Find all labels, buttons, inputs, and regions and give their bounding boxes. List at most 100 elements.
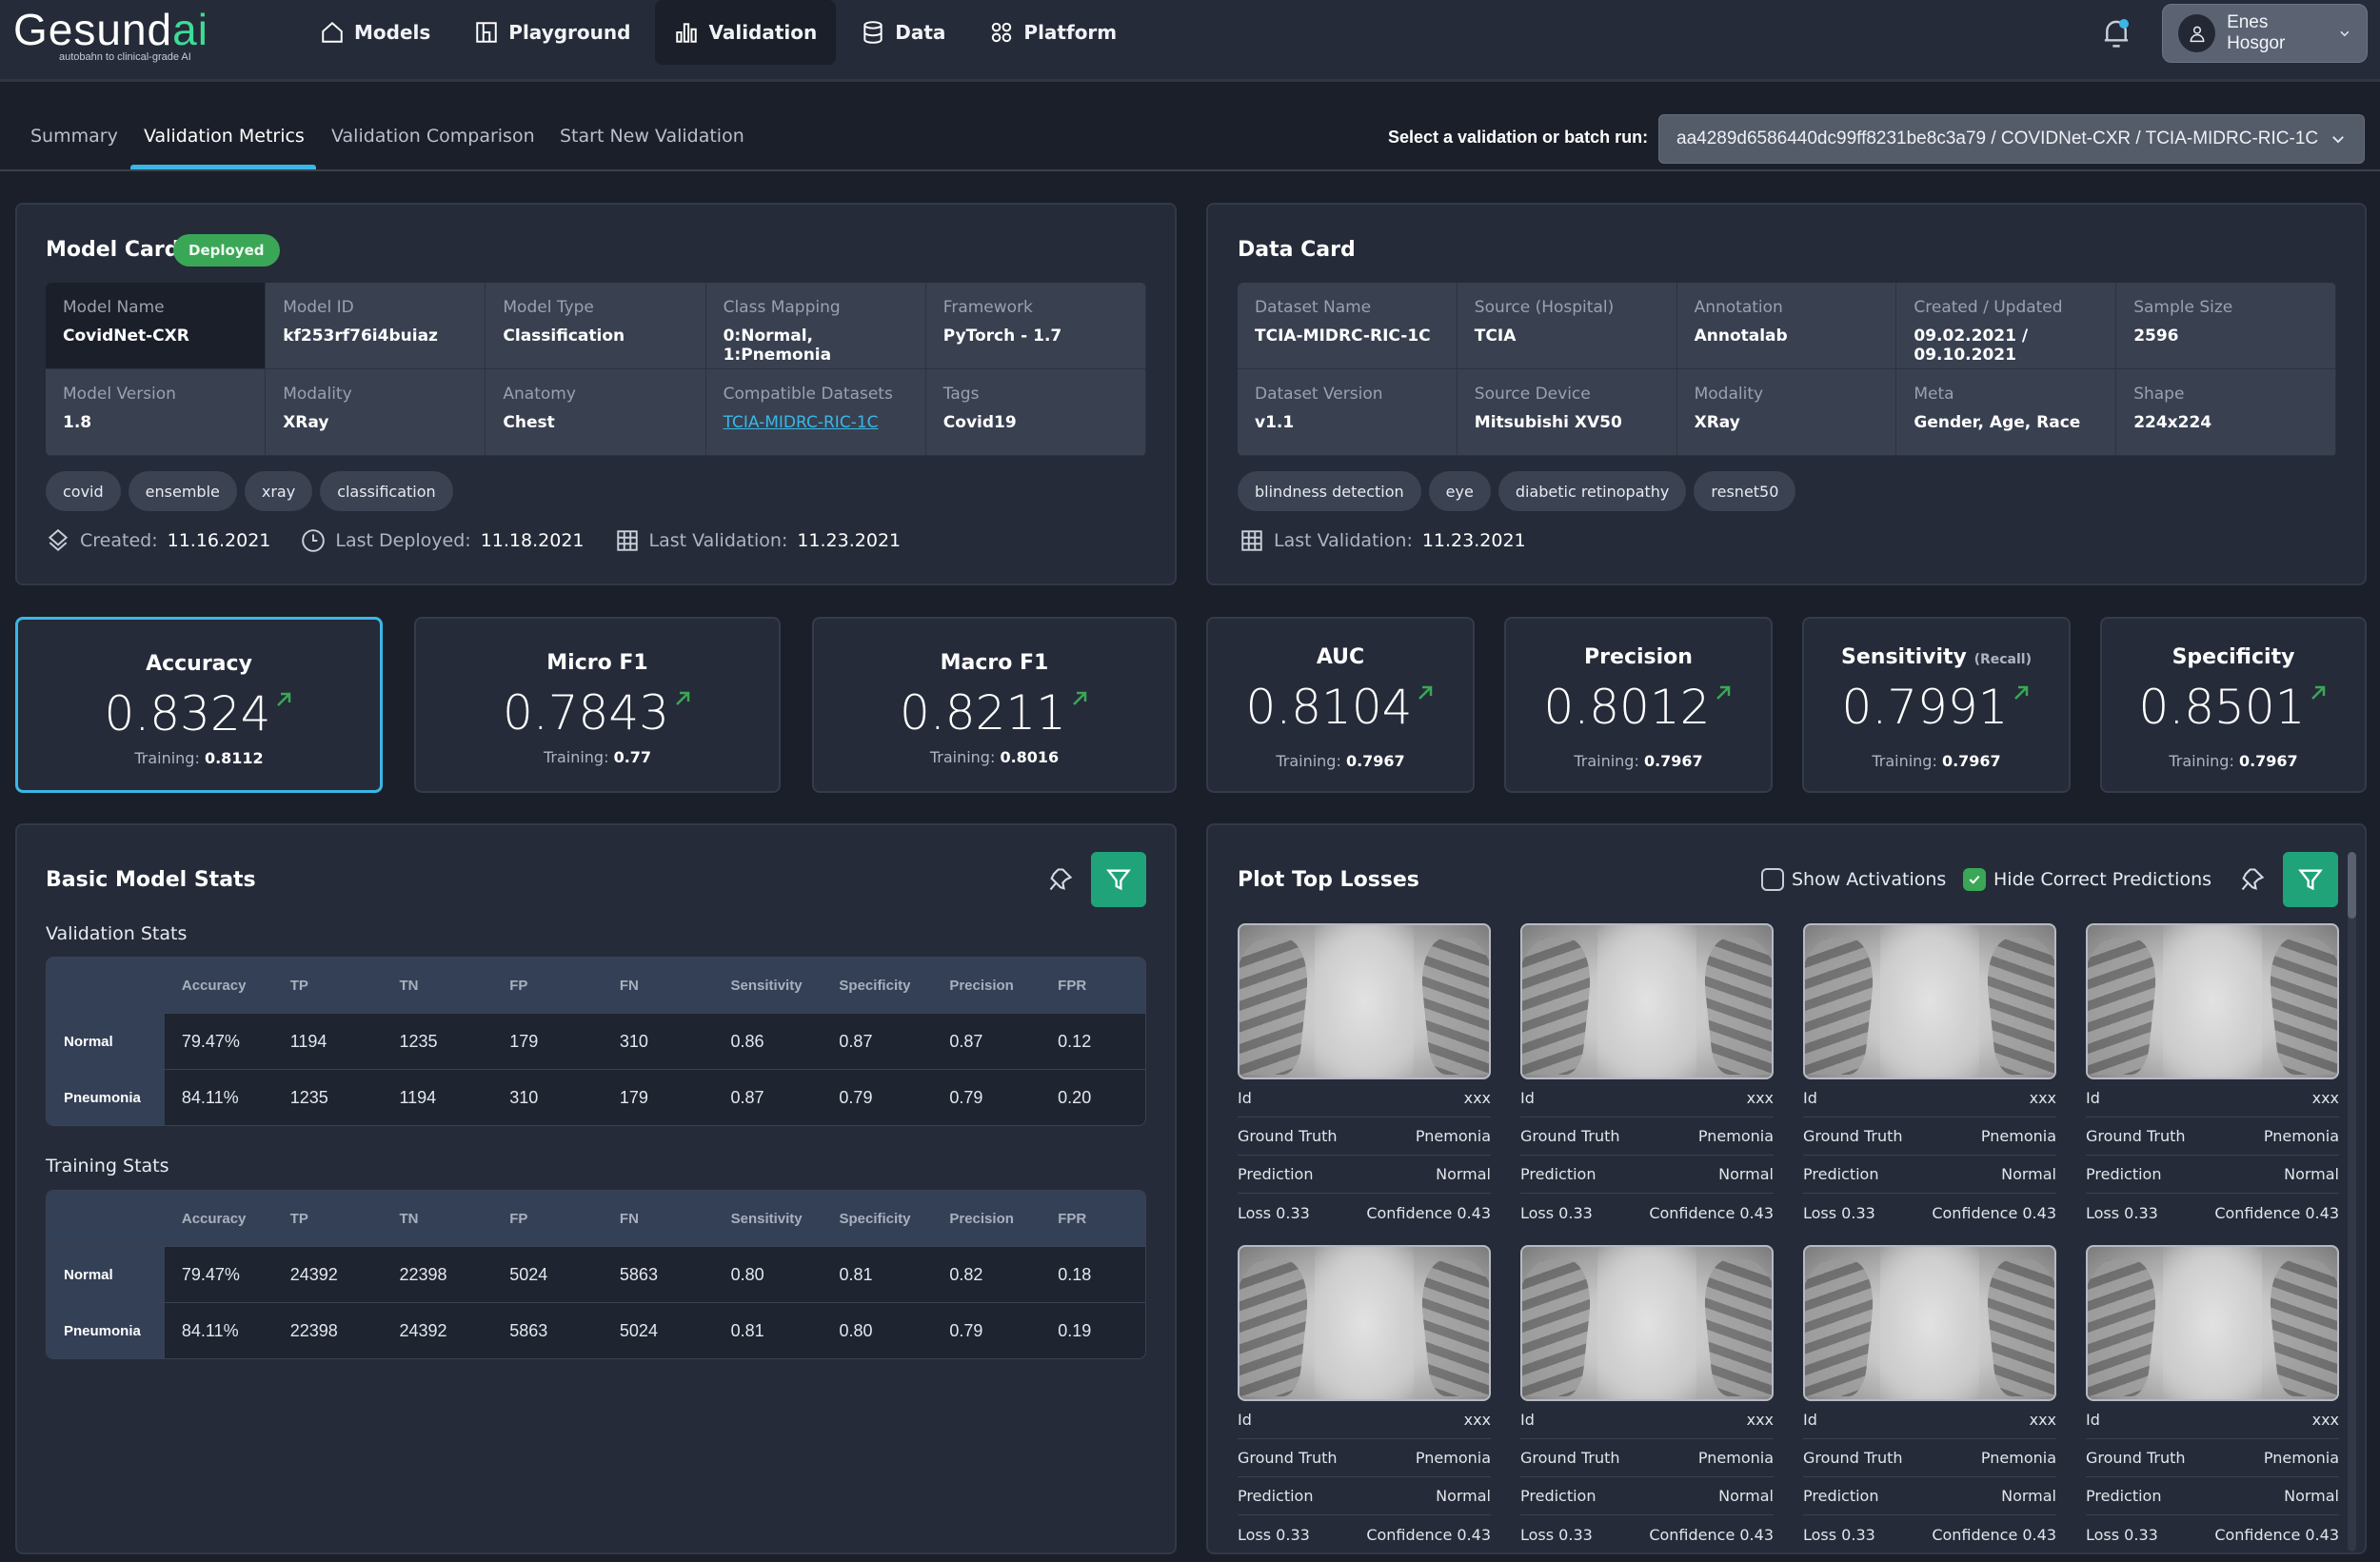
compatible-dataset-link[interactable]: TCIA-MIDRC-RIC-1C [724, 413, 908, 432]
card-field: Model Version 1.8 [46, 369, 267, 456]
filter-button[interactable] [1091, 852, 1146, 907]
table-cell: 0.82 [932, 1246, 1041, 1302]
table-cell: 22398 [382, 1246, 493, 1302]
user-menu-button[interactable]: Enes Hosgor [2162, 4, 2368, 63]
metric-card-specificity[interactable]: Specificity 0.8501 Training: 0.7967 [2100, 617, 2367, 793]
filter-button[interactable] [2283, 852, 2338, 907]
ground-truth-value: Pnemonia [1415, 1127, 1491, 1145]
ground-truth-row: Ground Truth Pnemonia [1803, 1117, 2056, 1156]
tag-chip[interactable]: covid [46, 471, 121, 511]
top-loss-card[interactable]: Id xxx Ground Truth Pnemonia Prediction Nor… [2086, 1245, 2339, 1553]
loss-row: Loss 0.33 Confidence 0.43 [1520, 1194, 1774, 1232]
metric-value-row: 0.8501 [2102, 680, 2365, 735]
card-field: Dataset Version v1.1 [1238, 369, 1458, 456]
validation-label: Last Validation: [1274, 530, 1413, 551]
prediction-label: Prediction [2086, 1165, 2162, 1183]
tag-chip[interactable]: classification [320, 471, 453, 511]
checkbox-label: Hide Correct Predictions [1993, 869, 2212, 890]
top-losses-scrollbar[interactable] [2348, 852, 2356, 1552]
tag-chip[interactable]: xray [244, 471, 313, 511]
top-loss-card[interactable]: Id xxx Ground Truth Pnemonia Prediction Nor… [1520, 1245, 1774, 1553]
prediction-value: Normal [1436, 1165, 1491, 1183]
metric-card-auc[interactable]: AUC 0.8104 Training: 0.7967 [1206, 617, 1475, 793]
nav-data[interactable]: Data [842, 0, 964, 65]
notification-dot [2119, 19, 2129, 29]
nav-platform[interactable]: Platform [970, 0, 1136, 65]
tab-start-new-validation[interactable]: Start New Validation [560, 126, 744, 147]
top-loss-card[interactable]: Id xxx Ground Truth Pnemonia Prediction Nor… [1238, 923, 1491, 1232]
loss-value: Loss 0.33 [2086, 1525, 2158, 1544]
field-label: Anatomy [503, 385, 576, 404]
trend-up-arrow-icon [1073, 691, 1087, 705]
grid-icon [992, 22, 1012, 43]
pin-icon[interactable] [1047, 866, 1074, 893]
id-row: Id xxx [1803, 1079, 2056, 1117]
tag-chip[interactable]: diabetic retinopathy [1497, 471, 1687, 511]
id-value: xxx [1746, 1411, 1774, 1429]
prediction-label: Prediction [1520, 1165, 1597, 1183]
chest-xray-image[interactable] [1520, 923, 1774, 1079]
metric-card-accuracy[interactable]: Accuracy 0.8324 Training: 0.8112 [15, 617, 383, 793]
prediction-row: Prediction Normal [1238, 1477, 1491, 1515]
show-activations-checkbox[interactable]: Show Activations [1761, 868, 1946, 891]
basic-model-stats-panel [15, 823, 1177, 1554]
prediction-label: Prediction [1238, 1487, 1314, 1505]
loss-row: Loss 0.33 Confidence 0.43 [1238, 1515, 1491, 1553]
metric-card-micro-f1[interactable]: Micro F1 0.7843 Training: 0.77 [414, 617, 781, 793]
scrollbar-thumb[interactable] [2348, 852, 2356, 919]
tag-chip[interactable]: blindness detection [1238, 471, 1421, 511]
validation-stats-table: Accuracy TP TN FP FN Sensitivity Specificity Pr… [46, 957, 1146, 1126]
nav-playground[interactable]: Playground [455, 0, 649, 65]
nav-validation[interactable]: Validation [655, 0, 837, 65]
metric-title-text: Micro F1 [546, 651, 648, 675]
hide-correct-predictions-checkbox[interactable]: Hide Correct Predictions [1963, 868, 2211, 891]
top-loss-card[interactable]: Id xxx Ground Truth Pnemonia Prediction Nor… [1238, 1245, 1491, 1553]
metric-value: 0.8012 [1543, 680, 1711, 735]
chest-xray-image[interactable] [2086, 923, 2339, 1079]
field-value: kf253rf76i4buiaz [283, 326, 438, 346]
metric-card-precision[interactable]: Precision 0.8012 Training: 0.7967 [1504, 617, 1773, 793]
row-header: Normal [47, 1013, 165, 1069]
chest-xray-image[interactable] [1238, 1245, 1491, 1401]
training-stats-title: Training Stats [46, 1156, 169, 1176]
top-loss-card[interactable]: Id xxx Ground Truth Pnemonia Prediction Nor… [1803, 1245, 2056, 1553]
chest-xray-image[interactable] [1238, 923, 1491, 1079]
tab-summary[interactable]: Summary [30, 126, 118, 147]
nav-models[interactable]: Models [301, 0, 449, 65]
top-loss-card[interactable]: Id xxx Ground Truth Pnemonia Prediction Nor… [2086, 923, 2339, 1232]
loss-value: Loss 0.33 [1520, 1203, 1593, 1222]
tab-validation-comparison[interactable]: Validation Comparison [331, 126, 535, 147]
created-label: Created: [80, 530, 158, 551]
metric-card-macro-f1[interactable]: Macro F1 0.8211 Training: 0.8016 [812, 617, 1177, 793]
gesundai-logo[interactable]: Gesundai autobahn to clinical-grade AI [13, 6, 223, 63]
prediction-label: Prediction [1238, 1165, 1314, 1183]
avatar [2178, 14, 2216, 52]
loss-row: Loss 0.33 Confidence 0.43 [1520, 1515, 1774, 1553]
chest-xray-image[interactable] [1520, 1245, 1774, 1401]
top-loss-card[interactable]: Id xxx Ground Truth Pnemonia Prediction Nor… [1803, 923, 2056, 1232]
chest-xray-image[interactable] [1803, 923, 2056, 1079]
metric-card-sensitivity[interactable]: Sensitivity (Recall) 0.7991 Training: 0.… [1802, 617, 2071, 793]
id-label: Id [1803, 1411, 1817, 1429]
field-label: Compatible Datasets [723, 385, 893, 404]
column-header: Specificity [822, 1191, 933, 1246]
prediction-row: Prediction Normal [1803, 1477, 2056, 1515]
card-field: Anatomy Chest [486, 369, 706, 456]
metric-title: Micro F1 [416, 651, 779, 675]
table-cell: 0.12 [1041, 1013, 1145, 1069]
ground-truth-label: Ground Truth [1803, 1449, 1903, 1467]
home-icon [322, 21, 343, 43]
field-value: Chest [503, 413, 555, 432]
top-loss-card[interactable]: Id xxx Ground Truth Pnemonia Prediction Nor… [1520, 923, 1774, 1232]
run-selector-dropdown[interactable]: aa4289d6586440dc99ff8231be8c3a79 / COVID… [1658, 114, 2365, 164]
card-field: Sample Size 2596 [2116, 283, 2336, 369]
tag-chip[interactable]: resnet50 [1694, 471, 1796, 511]
tag-chip[interactable]: ensemble [128, 471, 237, 511]
chest-xray-image[interactable] [1803, 1245, 2056, 1401]
chest-xray-image[interactable] [2086, 1245, 2339, 1401]
pin-icon[interactable] [2239, 866, 2266, 893]
data-card-title: Data Card [1238, 238, 1356, 262]
tag-chip[interactable]: eye [1428, 471, 1491, 511]
tab-validation-metrics[interactable]: Validation Metrics [144, 126, 305, 147]
active-tab-indicator [130, 165, 316, 169]
